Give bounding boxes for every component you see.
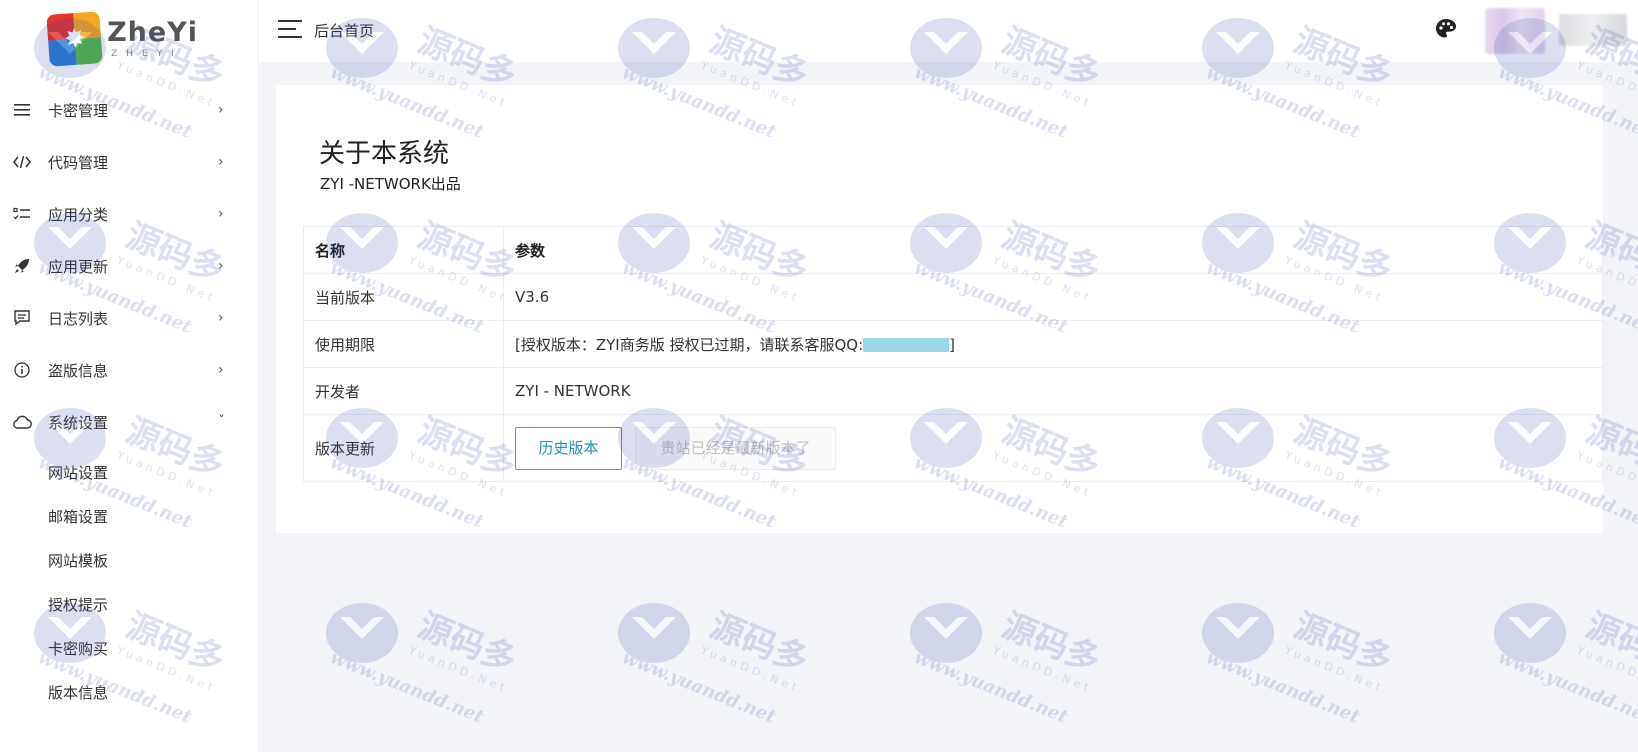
system-settings-submenu: 网站设置 邮箱设置 网站模板 授权提示 卡密购买 版本信息 <box>0 448 259 714</box>
chevron-right-icon: › <box>218 258 224 274</box>
table-row: 使用期限 [授权版本：ZYI商务版 授权已过期，请联系客服QQ:] <box>303 320 1603 368</box>
system-info-table: 名称 参数 当前版本 V3.6 使用期限 [授权版本：ZYI商务版 授权已过期，… <box>303 226 1603 482</box>
sidebar-item-app-category[interactable]: 应用分类 › <box>0 188 259 240</box>
table-header-row: 名称 参数 <box>303 226 1603 274</box>
svg-text:YuanDD.Net: YuanDD.Net <box>698 643 802 695</box>
checklist-icon <box>12 204 32 224</box>
top-header: 后台首页 <box>259 0 1638 62</box>
history-versions-button[interactable]: 历史版本 <box>515 426 622 470</box>
svg-text:YuanDD.Net: YuanDD.Net <box>1282 643 1386 695</box>
logo-mark: ✸ <box>46 11 103 67</box>
sidebar-menu: 卡密管理 › 代码管理 › 应用分类 › 应用更新 › 日志列表 › 盗版信息 … <box>0 84 259 714</box>
submenu-item-version-info[interactable]: 版本信息 <box>0 670 259 714</box>
svg-text:www.yuandd.net: www.yuandd.net <box>1495 647 1638 728</box>
up-to-date-button: 贵站已经是最新版本了 <box>635 426 836 470</box>
rocket-icon <box>12 256 32 276</box>
table-header-param: 参数 <box>503 226 1603 274</box>
chevron-right-icon: › <box>218 154 224 170</box>
brand-name: ZheYi <box>107 17 198 48</box>
row-label: 当前版本 <box>303 273 504 321</box>
chevron-right-icon: › <box>218 206 224 222</box>
sidebar-item-app-update[interactable]: 应用更新 › <box>0 240 259 292</box>
svg-text:源码多: 源码多 <box>412 606 522 681</box>
svg-text:源码多: 源码多 <box>704 606 814 681</box>
breadcrumb[interactable]: 后台首页 <box>314 20 374 41</box>
watermark-logo: 源码多YuanDD.Netwww.yuandd.net <box>906 595 1136 745</box>
chevron-right-icon: › <box>218 102 224 118</box>
sidebar: ✸ ZheYi ZHEYI 卡密管理 › 代码管理 › 应用分类 › 应用更新 … <box>0 0 259 752</box>
sidebar-item-label: 盗版信息 <box>48 361 109 380</box>
submenu-item-license-notice[interactable]: 授权提示 <box>0 582 259 626</box>
chevron-down-icon: ˇ <box>218 414 225 430</box>
list-icon <box>12 100 32 120</box>
page-title: 关于本系统 <box>319 139 450 169</box>
sidebar-item-label: 系统设置 <box>48 413 109 432</box>
license-text-end: ] <box>949 335 956 354</box>
table-row: 当前版本 V3.6 <box>303 273 1603 321</box>
palette-icon[interactable] <box>1434 17 1458 41</box>
watermark-logo: 源码多YuanDD.Netwww.yuandd.net <box>1490 595 1638 745</box>
table-row: 版本更新 历史版本 贵站已经是最新版本了 <box>303 414 1603 482</box>
chevron-right-icon: › <box>218 310 224 326</box>
row-value: 历史版本 贵站已经是最新版本了 <box>503 414 1603 482</box>
svg-text:YuanDD.Net: YuanDD.Net <box>406 643 510 695</box>
submenu-item-site-template[interactable]: 网站模板 <box>0 538 259 582</box>
svg-text:www.yuandd.net: www.yuandd.net <box>911 647 1071 728</box>
svg-text:www.yuandd.net: www.yuandd.net <box>1203 647 1363 728</box>
svg-text:www.yuandd.net: www.yuandd.net <box>327 647 487 728</box>
cloud-icon <box>12 412 32 432</box>
hamburger-icon[interactable] <box>278 19 302 39</box>
code-icon <box>12 152 32 172</box>
chevron-right-icon: › <box>218 362 224 378</box>
row-value: [授权版本：ZYI商务版 授权已过期，请联系客服QQ:] <box>503 320 1603 368</box>
license-text: [授权版本：ZYI商务版 授权已过期，请联系客服QQ: <box>515 335 864 354</box>
avatar[interactable] <box>1485 8 1545 54</box>
svg-text:源码多: 源码多 <box>1288 606 1398 681</box>
svg-text:源码多: 源码多 <box>1580 606 1638 681</box>
svg-text:www.yuandd.net: www.yuandd.net <box>619 647 779 728</box>
sidebar-item-label: 日志列表 <box>48 309 109 328</box>
submenu-item-mail-settings[interactable]: 邮箱设置 <box>0 494 259 538</box>
sidebar-item-logs[interactable]: 日志列表 › <box>0 292 259 344</box>
page-subtitle: ZYI -NETWORK出品 <box>320 175 461 193</box>
sidebar-item-system-settings[interactable]: 系统设置 ˇ <box>0 396 259 448</box>
comment-icon <box>12 308 32 328</box>
submenu-item-card-purchase[interactable]: 卡密购买 <box>0 626 259 670</box>
watermark-logo: 源码多YuanDD.Netwww.yuandd.net <box>322 595 552 745</box>
table-header-name: 名称 <box>303 226 504 274</box>
row-label: 版本更新 <box>303 414 504 482</box>
svg-text:源码多: 源码多 <box>996 606 1106 681</box>
row-label: 使用期限 <box>303 320 504 368</box>
sidebar-item-label: 代码管理 <box>48 153 109 172</box>
submenu-item-site-settings[interactable]: 网站设置 <box>0 450 259 494</box>
info-icon <box>12 360 32 380</box>
table-row: 开发者 ZYI - NETWORK <box>303 367 1603 415</box>
watermark-logo: 源码多YuanDD.Netwww.yuandd.net <box>614 595 844 745</box>
svg-text:YuanDD.Net: YuanDD.Net <box>990 643 1094 695</box>
sidebar-item-card-keys[interactable]: 卡密管理 › <box>0 84 259 136</box>
sidebar-item-label: 应用更新 <box>48 257 109 276</box>
sidebar-item-piracy-info[interactable]: 盗版信息 › <box>0 344 259 396</box>
sidebar-item-code[interactable]: 代码管理 › <box>0 136 259 188</box>
redacted-qq-number <box>863 337 950 352</box>
sidebar-item-label: 应用分类 <box>48 205 109 224</box>
svg-text:YuanDD.Net: YuanDD.Net <box>1574 643 1638 695</box>
logo[interactable]: ✸ ZheYi ZHEYI <box>46 11 198 67</box>
about-card: 关于本系统 ZYI -NETWORK出品 名称 参数 当前版本 V3.6 使用期… <box>276 85 1603 533</box>
row-value: V3.6 <box>503 273 1603 321</box>
sidebar-item-label: 卡密管理 <box>48 101 109 120</box>
watermark-logo: 源码多YuanDD.Netwww.yuandd.net <box>1198 595 1428 745</box>
row-label: 开发者 <box>303 367 504 415</box>
user-name-blurred[interactable] <box>1559 14 1627 46</box>
brand-subtitle: ZHEYI <box>111 49 183 59</box>
star-icon: ✸ <box>63 23 87 55</box>
row-value: ZYI - NETWORK <box>503 367 1603 415</box>
